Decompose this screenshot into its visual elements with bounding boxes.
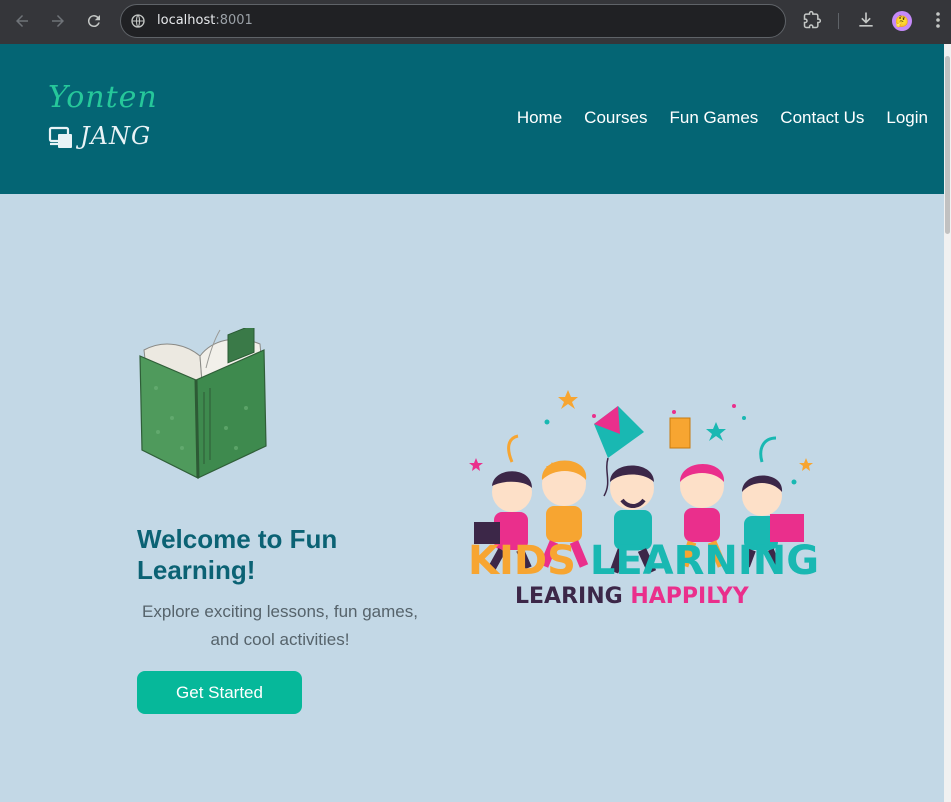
extensions-button[interactable] <box>802 10 822 35</box>
browser-toolbar: localhost:8001 🤔 <box>0 0 951 44</box>
puzzle-icon <box>803 10 822 29</box>
url-host: localhost <box>157 13 216 28</box>
globe-icon <box>131 14 145 28</box>
banner-title-learning: LEARNING <box>589 538 820 584</box>
banner-title-kids: KIDS <box>468 538 590 584</box>
logo-text-bottom: JANG <box>80 122 152 150</box>
banner-sub-learing: LEARING <box>515 584 631 609</box>
address-bar[interactable]: localhost:8001 <box>120 4 786 38</box>
site-logo[interactable]: Yonten JANG <box>46 78 158 158</box>
scrollbar-thumb[interactable] <box>945 56 950 234</box>
nav-courses[interactable]: Courses <box>584 108 647 128</box>
url-text: localhost:8001 <box>157 13 253 28</box>
nav-fun-games[interactable]: Fun Games <box>669 108 758 128</box>
downloads-button[interactable] <box>856 10 876 35</box>
back-button[interactable] <box>11 10 33 32</box>
book-illustration <box>139 328 267 479</box>
banner-sub-happilyy: HAPPILYY <box>630 584 749 609</box>
arrow-left-icon <box>16 15 28 27</box>
url-port: :8001 <box>215 13 253 28</box>
profile-avatar[interactable]: 🤔 <box>892 11 912 31</box>
reload-icon <box>87 15 100 28</box>
get-started-button[interactable]: Get Started <box>137 671 302 714</box>
main-nav: Home Courses Fun Games Contact Us Login <box>517 108 928 128</box>
logo-text-top: Yonten <box>48 80 158 115</box>
menu-button[interactable] <box>929 10 947 35</box>
hero-subtitle: Explore exciting lessons, fun games, and… <box>142 602 418 649</box>
toolbar-divider <box>838 13 839 29</box>
nav-contact-us[interactable]: Contact Us <box>780 108 864 128</box>
download-icon <box>859 12 873 27</box>
nav-home[interactable]: Home <box>517 108 562 128</box>
arrow-right-icon <box>52 15 64 27</box>
site-header: Yonten JANG Home Courses Fun Games Conta… <box>0 44 944 194</box>
banner-subtitle: LEARING HAPPILYY <box>515 584 749 609</box>
banner-title: KIDS LEARNING <box>468 538 819 584</box>
nav-login[interactable]: Login <box>886 108 928 128</box>
kebab-menu-icon <box>936 12 940 28</box>
hero-title: Welcome to Fun Learning! <box>137 524 338 585</box>
reload-button[interactable] <box>83 10 105 32</box>
forward-button[interactable] <box>47 10 69 32</box>
computer-book-icon <box>48 126 72 148</box>
page-viewport: Yonten JANG Home Courses Fun Games Conta… <box>0 44 944 802</box>
page-scrollbar[interactable] <box>944 44 951 802</box>
